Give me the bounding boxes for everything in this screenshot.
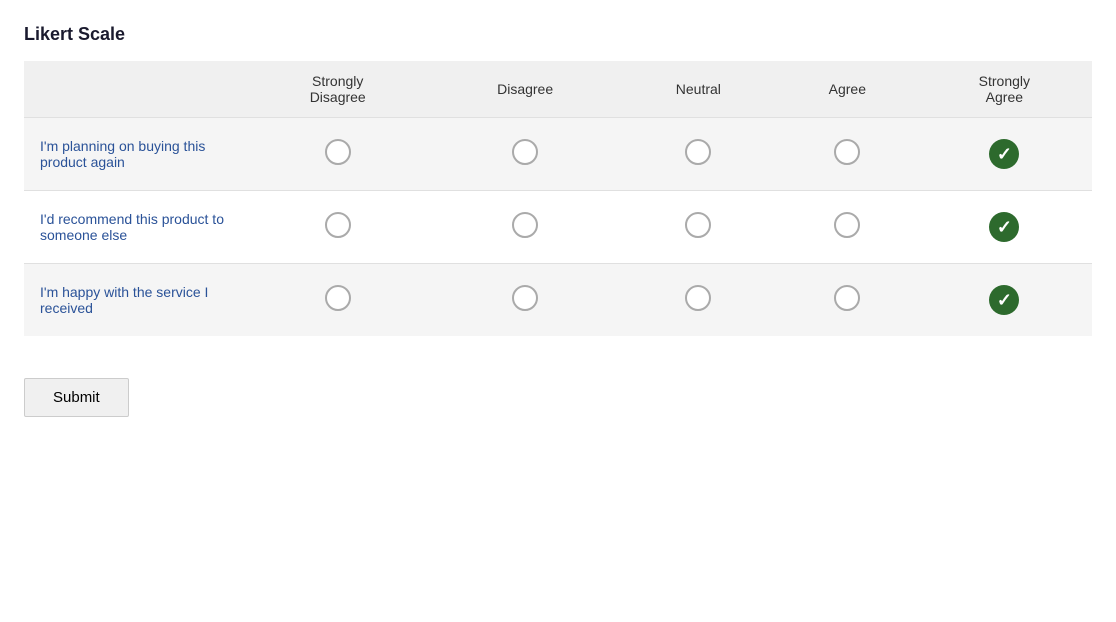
submit-button[interactable]: Submit — [24, 378, 129, 417]
radio-strongly-agree-row0[interactable] — [917, 118, 1092, 191]
likert-table: StronglyDisagree Disagree Neutral Agree … — [24, 61, 1092, 336]
row-label: I'd recommend this product to someone el… — [24, 191, 244, 264]
radio-unchecked-icon[interactable] — [685, 285, 711, 311]
radio-disagree-row0[interactable] — [431, 118, 618, 191]
radio-checked-icon[interactable] — [989, 212, 1019, 242]
radio-agree-row2[interactable] — [778, 264, 917, 337]
radio-unchecked-icon[interactable] — [512, 212, 538, 238]
col-header-disagree: Disagree — [431, 61, 618, 118]
radio-disagree-row1[interactable] — [431, 191, 618, 264]
radio-agree-row1[interactable] — [778, 191, 917, 264]
row-label: I'm happy with the service I received — [24, 264, 244, 337]
radio-neutral-row2[interactable] — [619, 264, 778, 337]
radio-unchecked-icon[interactable] — [834, 212, 860, 238]
table-row: I'd recommend this product to someone el… — [24, 191, 1092, 264]
radio-strongly-disagree-row0[interactable] — [244, 118, 431, 191]
radio-unchecked-icon[interactable] — [685, 139, 711, 165]
radio-checked-icon[interactable] — [989, 285, 1019, 315]
radio-strongly-disagree-row1[interactable] — [244, 191, 431, 264]
radio-unchecked-icon[interactable] — [685, 212, 711, 238]
table-row: I'm happy with the service I received — [24, 264, 1092, 337]
radio-unchecked-icon[interactable] — [512, 285, 538, 311]
page-title: Likert Scale — [24, 24, 1092, 45]
radio-neutral-row0[interactable] — [619, 118, 778, 191]
radio-unchecked-icon[interactable] — [834, 285, 860, 311]
col-header-agree: Agree — [778, 61, 917, 118]
radio-disagree-row2[interactable] — [431, 264, 618, 337]
table-header-row: StronglyDisagree Disagree Neutral Agree … — [24, 61, 1092, 118]
radio-checked-icon[interactable] — [989, 139, 1019, 169]
radio-strongly-agree-row2[interactable] — [917, 264, 1092, 337]
radio-agree-row0[interactable] — [778, 118, 917, 191]
radio-strongly-disagree-row2[interactable] — [244, 264, 431, 337]
radio-strongly-agree-row1[interactable] — [917, 191, 1092, 264]
radio-unchecked-icon[interactable] — [325, 285, 351, 311]
col-header-strongly-disagree: StronglyDisagree — [244, 61, 431, 118]
radio-unchecked-icon[interactable] — [325, 212, 351, 238]
row-label: I'm planning on buying this product agai… — [24, 118, 244, 191]
col-header-strongly-agree: StronglyAgree — [917, 61, 1092, 118]
radio-unchecked-icon[interactable] — [512, 139, 538, 165]
table-row: I'm planning on buying this product agai… — [24, 118, 1092, 191]
radio-unchecked-icon[interactable] — [834, 139, 860, 165]
radio-neutral-row1[interactable] — [619, 191, 778, 264]
radio-unchecked-icon[interactable] — [325, 139, 351, 165]
col-header-neutral: Neutral — [619, 61, 778, 118]
col-header-question — [24, 61, 244, 118]
